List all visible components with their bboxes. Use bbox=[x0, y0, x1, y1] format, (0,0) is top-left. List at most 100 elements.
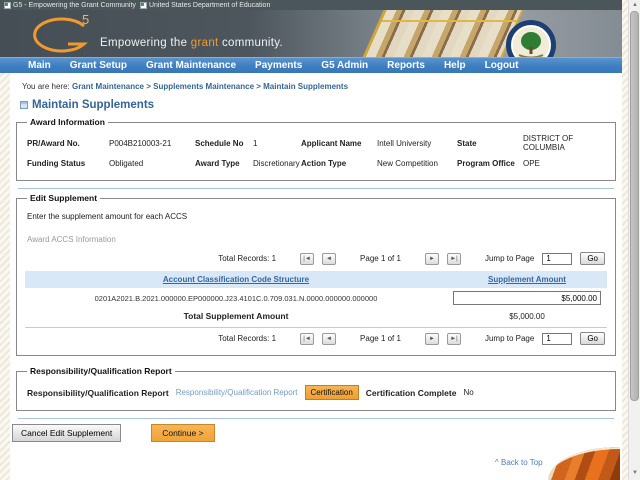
nav-payments[interactable]: Payments bbox=[255, 60, 302, 71]
next-page-icon[interactable]: ► bbox=[425, 253, 439, 265]
pagination-top: Total Records: 1 |◄ ◄ Page 1 of 1 ► ►| J… bbox=[25, 248, 607, 269]
edit-supplement-legend: Edit Supplement bbox=[27, 193, 100, 203]
award-information-fieldset: Award Information PR/Award No. P004B2100… bbox=[16, 117, 616, 181]
broken-image-icon bbox=[140, 2, 147, 9]
breadcrumb-path[interactable]: Grant Maintenance > Supplements Maintena… bbox=[72, 82, 348, 91]
prev-page-icon[interactable]: ◄ bbox=[322, 253, 336, 265]
next-page-icon[interactable]: ► bbox=[425, 333, 439, 345]
page-content: You are here: Grant Maintenance > Supple… bbox=[10, 73, 622, 480]
field-value: Intell University bbox=[377, 139, 457, 148]
classroom-photo bbox=[548, 447, 620, 480]
breadcrumb: You are here: Grant Maintenance > Supple… bbox=[10, 73, 622, 91]
field-value: 1 bbox=[253, 139, 301, 148]
title-tab-g5-label: G5 - Empowering the Grant Community bbox=[13, 2, 136, 9]
edit-supplement-instruction: Enter the supplement amount for each ACC… bbox=[25, 206, 607, 221]
title-tab-doe-label: United States Department of Education bbox=[149, 2, 270, 9]
total-supplement-value: $5,000.00 bbox=[509, 312, 545, 321]
responsibility-label: Responsibility/Qualification Report bbox=[27, 388, 169, 398]
browser-title-bar: G5 - Empowering the Grant Community Unit… bbox=[0, 0, 622, 10]
field-label: Award Type bbox=[195, 159, 253, 168]
jump-to-page-label: Jump to Page bbox=[485, 334, 534, 343]
main-nav-bar: Main Grant Setup Grant Maintenance Payme… bbox=[0, 57, 622, 73]
field-value: Obligated bbox=[109, 159, 195, 168]
g5-application-window: G5 - Empowering the Grant Community Unit… bbox=[0, 0, 640, 480]
page-title: Maintain Supplements bbox=[32, 99, 154, 111]
edit-supplement-fieldset: Edit Supplement Enter the supplement amo… bbox=[16, 193, 616, 356]
certification-complete-value: No bbox=[463, 388, 473, 397]
field-label: Funding Status bbox=[27, 159, 109, 168]
page-title-icon bbox=[20, 101, 28, 109]
nav-reports[interactable]: Reports bbox=[387, 60, 425, 71]
accs-header-row: Account Classification Code Structure Su… bbox=[25, 271, 607, 288]
nav-grant-setup[interactable]: Grant Setup bbox=[70, 60, 127, 71]
total-records-label: Total Records: 1 bbox=[218, 334, 276, 343]
field-label: Applicant Name bbox=[301, 139, 377, 148]
page-indicator: Page 1 of 1 bbox=[360, 334, 401, 343]
prev-page-icon[interactable]: ◄ bbox=[322, 333, 336, 345]
pagination-bottom: Total Records: 1 |◄ ◄ Page 1 of 1 ► ►| J… bbox=[25, 328, 607, 349]
nav-g5-admin[interactable]: G5 Admin bbox=[321, 60, 368, 71]
g5-logo: 5 bbox=[24, 12, 102, 57]
scrollbar-thumb[interactable] bbox=[630, 11, 639, 401]
total-records-label: Total Records: 1 bbox=[218, 254, 276, 263]
nav-logout[interactable]: Logout bbox=[485, 60, 519, 71]
action-buttons: Cancel Edit Supplement Continue > bbox=[10, 419, 622, 442]
award-information-grid: PR/Award No. P004B210003-21 Schedule No … bbox=[25, 130, 607, 174]
g5-banner: 5 Empowering the grant community. bbox=[0, 10, 622, 57]
nav-help[interactable]: Help bbox=[444, 60, 466, 71]
vertical-scrollbar[interactable]: ▲ ▼ bbox=[628, 0, 640, 480]
go-button[interactable]: Go bbox=[580, 332, 605, 345]
field-value: OPE bbox=[523, 159, 607, 168]
sort-accs-column-link[interactable]: Account Classification Code Structure bbox=[163, 275, 309, 284]
field-label: Program Office bbox=[457, 159, 523, 168]
title-tab-doe: United States Department of Education bbox=[140, 2, 270, 9]
sort-amount-column-link[interactable]: Supplement Amount bbox=[488, 275, 566, 284]
department-of-education-seal bbox=[505, 19, 557, 57]
responsibility-legend: Responsibility/Qualification Report bbox=[27, 366, 175, 376]
nav-main[interactable]: Main bbox=[28, 60, 51, 71]
field-value: P004B210003-21 bbox=[109, 139, 195, 148]
jump-to-page-input[interactable] bbox=[542, 333, 572, 345]
nav-grant-maintenance[interactable]: Grant Maintenance bbox=[146, 60, 236, 71]
certification-button[interactable]: Certification bbox=[305, 385, 359, 400]
award-accs-subheading: Award ACCS Information bbox=[25, 221, 607, 248]
cancel-edit-supplement-button[interactable]: Cancel Edit Supplement bbox=[12, 424, 121, 442]
jump-to-page-label: Jump to Page bbox=[485, 254, 534, 263]
accs-code: 0201A2021.B.2021.000000.EP000000.J23.410… bbox=[95, 294, 378, 303]
field-value: New Competition bbox=[377, 159, 457, 168]
first-page-icon[interactable]: |◄ bbox=[300, 333, 314, 345]
accs-table: Account Classification Code Structure Su… bbox=[25, 271, 607, 324]
total-supplement-label: Total Supplement Amount bbox=[184, 311, 289, 321]
field-label: PR/Award No. bbox=[27, 139, 109, 148]
svg-text:5: 5 bbox=[82, 12, 89, 27]
field-label: Schedule No bbox=[195, 139, 253, 148]
page-title-row: Maintain Supplements bbox=[10, 91, 622, 115]
section-divider bbox=[18, 188, 614, 189]
responsibility-report-link[interactable]: Responsibility/Qualification Report bbox=[176, 388, 298, 397]
breadcrumb-prefix: You are here: bbox=[22, 82, 72, 91]
jump-to-page-input[interactable] bbox=[542, 253, 572, 265]
supplement-amount-input[interactable] bbox=[453, 291, 601, 305]
title-tab-g5: G5 - Empowering the Grant Community bbox=[4, 2, 136, 9]
responsibility-fieldset: Responsibility/Qualification Report Resp… bbox=[16, 366, 616, 411]
field-value: DISTRICT OF COLUMBIA bbox=[523, 134, 607, 152]
first-page-icon[interactable]: |◄ bbox=[300, 253, 314, 265]
broken-image-icon bbox=[4, 2, 11, 9]
back-to-top-link[interactable]: ^ Back to Top bbox=[495, 458, 543, 467]
field-label: Action Type bbox=[301, 159, 377, 168]
continue-button[interactable]: Continue > bbox=[151, 424, 214, 442]
banner-tagline: Empowering the grant community. bbox=[100, 37, 283, 49]
field-value: Discretionary bbox=[253, 159, 301, 168]
scroll-down-icon[interactable]: ▼ bbox=[630, 469, 640, 478]
scroll-up-icon[interactable]: ▲ bbox=[630, 1, 640, 10]
library-photo bbox=[359, 10, 526, 57]
accs-data-row: 0201A2021.B.2021.000000.EP000000.J23.410… bbox=[25, 288, 607, 308]
last-page-icon[interactable]: ►| bbox=[447, 253, 461, 265]
go-button[interactable]: Go bbox=[580, 252, 605, 265]
certification-complete-label: Certification Complete bbox=[366, 388, 457, 398]
last-page-icon[interactable]: ►| bbox=[447, 333, 461, 345]
page-indicator: Page 1 of 1 bbox=[360, 254, 401, 263]
award-information-legend: Award Information bbox=[27, 117, 108, 127]
total-supplement-row: Total Supplement Amount $5,000.00 bbox=[25, 308, 607, 324]
field-label: State bbox=[457, 139, 523, 148]
